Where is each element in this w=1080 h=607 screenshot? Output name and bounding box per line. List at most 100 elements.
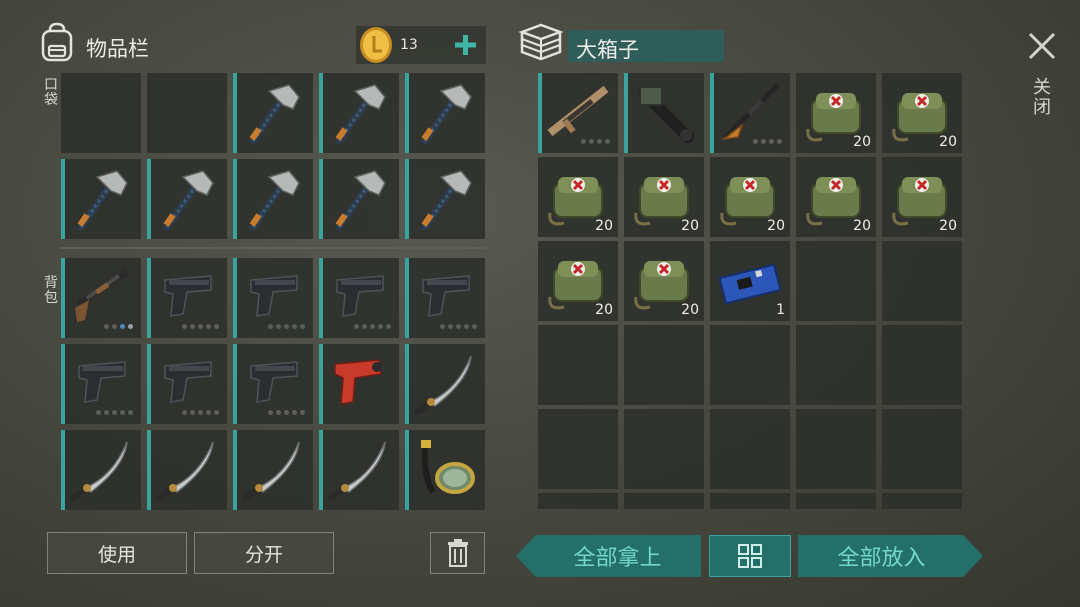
backpack-slot[interactable] — [61, 258, 141, 338]
pocket-slot[interactable] — [319, 73, 399, 153]
container-slot[interactable] — [796, 409, 876, 489]
backpack-slot[interactable] — [233, 344, 313, 424]
item-quantity: 1 — [776, 302, 785, 318]
container-slot[interactable] — [624, 73, 704, 153]
container-slot[interactable] — [538, 73, 618, 153]
attachment-dots — [96, 410, 133, 415]
container-slot[interactable] — [882, 493, 962, 509]
inventory-title: 物品栏 — [86, 37, 149, 61]
pocket-label: 口袋 — [44, 77, 58, 108]
container-slot[interactable]: 20 — [796, 73, 876, 153]
backpack-slot[interactable] — [61, 430, 141, 510]
item-quantity: 20 — [681, 302, 699, 318]
attachment-dots — [182, 410, 219, 415]
attachment-dots — [268, 410, 305, 415]
trash-button[interactable] — [430, 532, 485, 574]
container-slot[interactable] — [624, 493, 704, 509]
pocket-slot[interactable] — [147, 159, 227, 239]
container-slot[interactable]: 20 — [882, 157, 962, 237]
attachment-dots — [354, 324, 391, 329]
inventory-divider — [60, 247, 486, 249]
pocket-slot[interactable] — [405, 159, 485, 239]
backpack-label: 背包 — [44, 275, 58, 306]
container-slot[interactable]: 20 — [538, 157, 618, 237]
item-quantity: 20 — [595, 218, 613, 234]
put-all-button[interactable]: 全部放入 — [798, 535, 983, 577]
item-quantity: 20 — [595, 302, 613, 318]
attachment-dots — [104, 324, 133, 329]
close-label: 关闭 — [1033, 77, 1051, 118]
pocket-slot[interactable] — [405, 73, 485, 153]
attachment-dots — [753, 139, 782, 144]
container-slot[interactable] — [624, 409, 704, 489]
add-coins-button[interactable] — [452, 30, 480, 60]
container-slot[interactable] — [882, 325, 962, 405]
container-slot[interactable] — [538, 493, 618, 509]
use-button[interactable]: 使用 — [47, 532, 187, 574]
backpack-slot[interactable] — [319, 344, 399, 424]
item-quantity: 20 — [939, 218, 957, 234]
container-slot[interactable] — [796, 493, 876, 509]
grid-view-button[interactable] — [709, 535, 791, 577]
container-slot[interactable]: 20 — [624, 157, 704, 237]
container-slot[interactable] — [624, 325, 704, 405]
grid-icon — [738, 544, 762, 568]
put-all-label: 全部放入 — [837, 546, 926, 571]
coin-counter: 13 — [356, 26, 486, 64]
item-quantity: 20 — [681, 218, 699, 234]
container-slot[interactable] — [710, 493, 790, 509]
pocket-slot[interactable] — [319, 159, 399, 239]
backpack-slot[interactable] — [233, 430, 313, 510]
container-slot[interactable]: 20 — [624, 241, 704, 321]
pocket-slot[interactable] — [233, 159, 313, 239]
container-title-bar: 大箱子 — [568, 30, 724, 62]
pocket-slot[interactable] — [61, 159, 141, 239]
pocket-slot[interactable] — [61, 73, 141, 153]
pocket-slot[interactable] — [233, 73, 313, 153]
take-all-label: 全部拿上 — [573, 546, 662, 571]
backpack-slot[interactable] — [405, 344, 485, 424]
backpack-slot[interactable] — [405, 258, 485, 338]
coin-icon — [358, 26, 394, 64]
container-slot[interactable] — [796, 241, 876, 321]
attachment-dots — [581, 139, 610, 144]
backpack-slot[interactable] — [147, 344, 227, 424]
attachment-dots — [268, 324, 305, 329]
backpack-slot[interactable] — [319, 430, 399, 510]
container-slot[interactable] — [882, 409, 962, 489]
container-slot[interactable] — [796, 325, 876, 405]
trash-icon — [447, 539, 468, 567]
backpack-slot[interactable] — [61, 344, 141, 424]
item-quantity: 20 — [939, 134, 957, 150]
pocket-slot[interactable] — [147, 73, 227, 153]
container-slot[interactable]: 1 — [710, 241, 790, 321]
item-quantity: 20 — [853, 134, 871, 150]
close-button[interactable]: 关闭 — [1024, 28, 1060, 128]
backpack-slot[interactable] — [147, 430, 227, 510]
backpack-icon — [38, 22, 76, 62]
container-slot[interactable] — [882, 241, 962, 321]
take-all-button[interactable]: 全部拿上 — [516, 535, 701, 577]
container-slot[interactable]: 20 — [538, 241, 618, 321]
container-slot[interactable]: 20 — [882, 73, 962, 153]
coin-count: 13 — [400, 37, 418, 53]
item-quantity: 20 — [767, 218, 785, 234]
container-slot[interactable] — [710, 73, 790, 153]
backpack-slot[interactable] — [233, 258, 313, 338]
container-slot[interactable]: 20 — [796, 157, 876, 237]
item-quantity: 20 — [853, 218, 871, 234]
container-slot[interactable] — [538, 325, 618, 405]
container-slot[interactable]: 20 — [710, 157, 790, 237]
backpack-slot[interactable] — [147, 258, 227, 338]
container-title: 大箱子 — [576, 38, 639, 62]
plus-icon — [455, 35, 476, 55]
attachment-dots — [440, 324, 477, 329]
container-slot[interactable] — [710, 325, 790, 405]
attachment-dots — [182, 324, 219, 329]
backpack-slot[interactable] — [405, 430, 485, 510]
crate-icon — [518, 22, 564, 62]
split-button[interactable]: 分开 — [194, 532, 334, 574]
container-slot[interactable] — [538, 409, 618, 489]
container-slot[interactable] — [710, 409, 790, 489]
backpack-slot[interactable] — [319, 258, 399, 338]
